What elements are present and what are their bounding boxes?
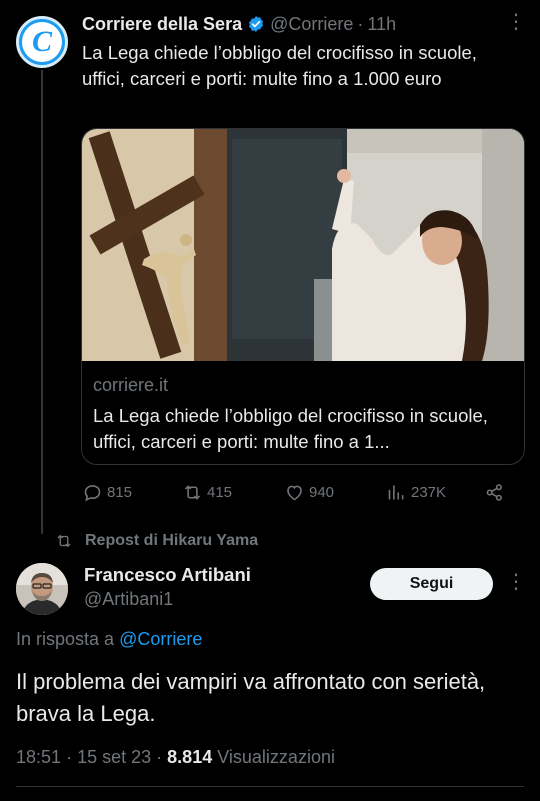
share-icon (486, 483, 502, 501)
verified-badge-icon (249, 16, 264, 32)
author-name[interactable]: Corriere della Sera (82, 14, 242, 35)
parent-tweet-text: La Lega chiede l’obbligo del crocifisso … (82, 42, 477, 89)
repost-icon (57, 534, 71, 548)
like-icon (287, 485, 302, 500)
repost-icon (184, 484, 201, 500)
author-handle[interactable]: @Artibani1 (84, 589, 173, 610)
avatar[interactable] (16, 563, 68, 615)
author-name[interactable]: Francesco Artibani (84, 564, 251, 586)
thread-connector-line (41, 70, 43, 534)
repost-label: Repost di Hikaru Yama (85, 532, 259, 549)
repost-count: 415 (207, 483, 233, 501)
reply-prefix: In risposta a (16, 629, 115, 649)
divider (16, 786, 524, 787)
avatar-letter: C (31, 25, 52, 58)
follow-button[interactable]: Segui (370, 568, 493, 600)
reply-mention-link[interactable]: @Corriere (119, 629, 202, 649)
views-button[interactable]: 237K (386, 478, 446, 506)
corriere-avatar[interactable]: C (16, 16, 68, 68)
card-title: La Lega chiede l’obbligo del crocifisso … (93, 405, 488, 452)
share-button[interactable] (484, 478, 509, 506)
tweet-time[interactable]: 11h (367, 14, 396, 35)
reply-context: In risposta a @Corriere (16, 629, 202, 650)
more-icon[interactable]: ⋮ (506, 572, 526, 592)
tweet-meta: 18:51 · 15 set 23 · 8.814 Visualizzazion… (16, 747, 335, 768)
views-count: 237K (411, 483, 447, 501)
separator-dot: · (66, 747, 73, 767)
tweet-date[interactable]: 15 set 23 (77, 747, 151, 767)
avatar-photo (16, 563, 68, 615)
views-icon (388, 485, 404, 499)
article-image (82, 129, 524, 361)
like-button[interactable]: 940 (284, 478, 334, 506)
repost-context[interactable]: Repost di Hikaru Yama (55, 530, 258, 552)
link-preview-card[interactable]: corriere.it La Lega chiede l’obbligo del… (81, 128, 525, 465)
reply-icon (84, 484, 101, 501)
author-handle[interactable]: @Corriere (270, 14, 353, 35)
separator-dot: · (357, 13, 364, 34)
action-bar: 815 415 940 237K (82, 478, 512, 506)
reply-count: 815 (107, 483, 133, 501)
more-icon[interactable]: ⋮ (506, 12, 526, 32)
views-label: Visualizzazioni (217, 747, 335, 767)
like-count: 940 (309, 483, 335, 501)
main-tweet-text: Il problema dei vampiri va affrontato co… (16, 669, 486, 726)
repost-button[interactable]: 415 (182, 478, 232, 506)
views-count[interactable]: 8.814 (167, 747, 212, 767)
tweet-time[interactable]: 18:51 (16, 747, 61, 767)
reply-button[interactable]: 815 (82, 478, 132, 506)
parent-tweet-header: Corriere della Sera @Corriere · 11h (82, 12, 396, 36)
separator-dot: · (156, 747, 163, 767)
card-domain: corriere.it (93, 375, 169, 395)
